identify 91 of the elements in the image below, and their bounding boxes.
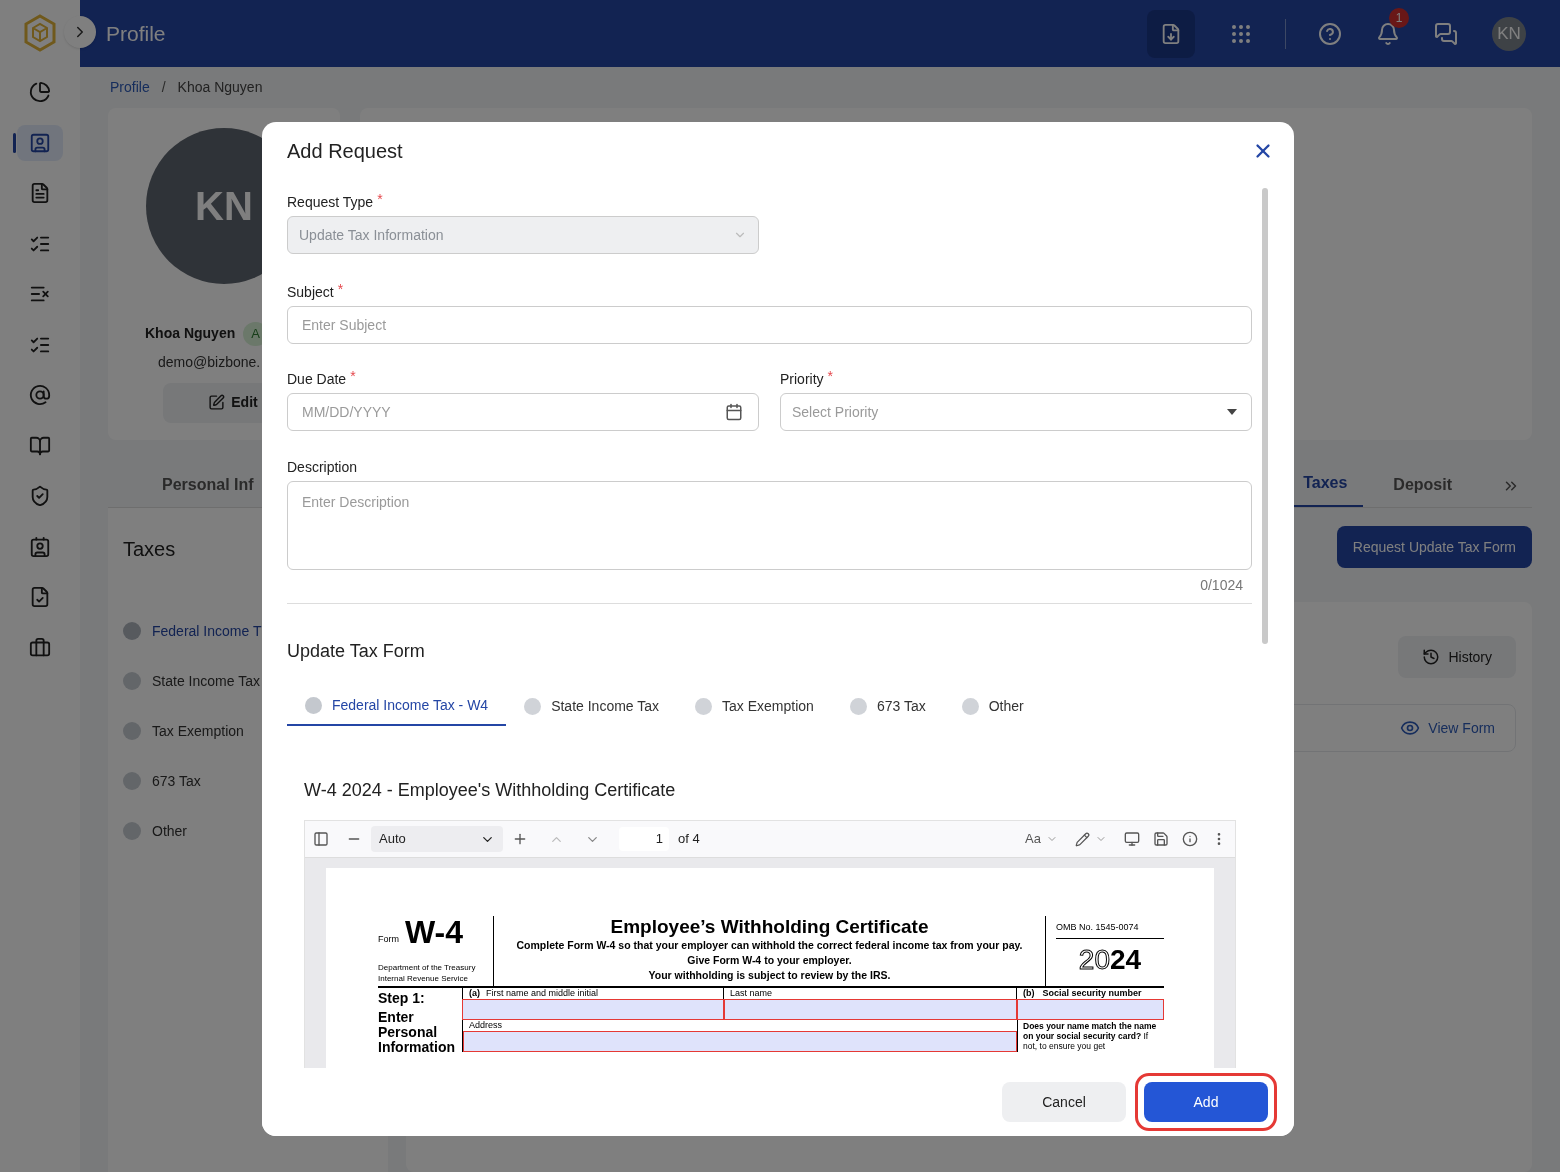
form-field-label: Address [468, 1020, 504, 1031]
field-marker: (a) [469, 988, 480, 999]
user-avatar[interactable]: KN [1492, 16, 1526, 51]
breadcrumb-separator: / [161, 78, 166, 97]
form-note: Does your name match the name on your social security card? If not, to ensure you get [1017, 1020, 1164, 1052]
draw-tool-icon[interactable] [1075, 831, 1090, 847]
profile-name: Khoa Nguyen [145, 324, 236, 344]
download-form-button[interactable] [1147, 9, 1195, 58]
page-count: of 4 [678, 830, 700, 849]
text-tool-button[interactable]: Aa [1025, 829, 1041, 849]
form-type-tab[interactable]: State Income Tax [506, 686, 678, 726]
save-icon[interactable] [1153, 831, 1169, 847]
description-field[interactable]: Enter Description [287, 481, 1252, 570]
history-button[interactable]: History [1398, 636, 1516, 678]
help-icon[interactable] [1318, 21, 1342, 46]
required-mark: * [827, 369, 833, 383]
notification-count: 1 [1389, 7, 1409, 28]
form-label: Form [378, 932, 399, 946]
field-label: Priority [780, 370, 824, 389]
form-year: 2024 [1077, 942, 1143, 977]
field-label: Subject [287, 283, 334, 302]
form-instruction: Your withholding is subject to review by the IRS. [648, 968, 891, 983]
zoom-in-icon[interactable] [512, 831, 528, 847]
form-field-label: Social security number [1042, 988, 1142, 999]
breadcrumb-link[interactable]: Profile [110, 77, 150, 98]
address-input[interactable] [463, 1031, 1017, 1052]
form-title: Employee’s Withholding Certificate [610, 916, 929, 938]
panel-title: Taxes [123, 537, 176, 562]
cancel-button[interactable]: Cancel [1002, 1082, 1126, 1122]
breadcrumb-current: Khoa Nguyen [177, 78, 263, 97]
page-title: Profile [106, 20, 167, 47]
request-update-button[interactable]: Request Update Tax Form [1336, 526, 1532, 568]
document-title: W-4 2024 - Employee's Withholding Certificate [304, 779, 677, 802]
field-marker: (b) [1023, 988, 1035, 999]
subject-field[interactable]: Enter Subject [287, 306, 1252, 344]
tab[interactable]: Deposit [1377, 473, 1468, 507]
presentation-icon[interactable] [1124, 831, 1140, 847]
edit-icon [208, 394, 226, 411]
form-type-tab[interactable]: Other [943, 686, 1042, 726]
form-type-tab[interactable]: Federal Income Tax - W4 [287, 686, 507, 726]
notifications-bell-icon[interactable] [1376, 21, 1400, 46]
required-mark: * [350, 369, 356, 383]
tax-type-option[interactable]: State Income Tax [123, 656, 260, 706]
form-type-tab[interactable]: Tax Exemption [677, 686, 832, 726]
field-label: Description [287, 458, 358, 477]
character-counter: 0/1024 [1200, 576, 1243, 595]
required-mark: * [377, 192, 383, 206]
ssn-input[interactable] [1017, 999, 1164, 1020]
file-check-icon [29, 586, 51, 609]
user-badge-icon [29, 535, 51, 558]
view-form-link[interactable]: View Form [1400, 717, 1495, 739]
at-sign-icon [29, 384, 51, 407]
history-icon [1422, 648, 1441, 666]
form-instruction: Give Form W-4 to your employer. [687, 953, 852, 968]
step-title: Enter Personal Information [378, 1010, 456, 1055]
calendar-icon[interactable] [725, 403, 743, 421]
form-type-tab[interactable]: 673 Tax [831, 686, 944, 726]
priority-select[interactable]: Select Priority [780, 393, 1252, 431]
pie-chart-icon [29, 81, 51, 104]
first-name-input[interactable] [462, 999, 724, 1020]
form-field-label: First name and middle initial [486, 988, 599, 999]
last-name-input[interactable] [724, 999, 1017, 1020]
contact-card-icon [29, 131, 51, 154]
file-download-icon [1160, 22, 1182, 45]
required-mark: * [337, 282, 344, 296]
eye-icon [1400, 718, 1421, 738]
due-date-field[interactable]: MM/DD/YYYY [287, 393, 759, 431]
agency-text: Internal Revenue Service [378, 973, 469, 984]
info-icon[interactable] [1182, 831, 1198, 847]
form-instruction: Complete Form W-4 so that your employer can withhold the correct federal income tax from your pay. [516, 938, 1023, 953]
agency-text: Department of the Treasury [378, 962, 477, 973]
chat-icon[interactable] [1434, 21, 1458, 46]
briefcase-icon [29, 636, 51, 659]
dropdown-caret-icon [1227, 409, 1237, 415]
tax-type-option[interactable]: Tax Exemption [123, 706, 244, 756]
cube-logo-icon [23, 14, 57, 52]
profile-email: demo@bizbone. [158, 352, 261, 372]
sidebar-toggle-icon[interactable] [313, 831, 329, 847]
tax-type-option[interactable]: Federal Income T [123, 606, 262, 656]
tax-type-option[interactable]: Other [123, 806, 187, 856]
page-number-field[interactable]: 1 [619, 827, 669, 851]
section-title: Update Tax Form [287, 640, 426, 663]
tax-type-option[interactable]: 673 Tax [123, 756, 201, 806]
add-button[interactable]: Add [1144, 1082, 1268, 1122]
document-icon [29, 182, 51, 205]
shield-check-icon [29, 485, 51, 508]
form-number: W-4 [405, 916, 463, 948]
zoom-select[interactable]: Auto [371, 826, 503, 852]
book-icon [29, 434, 51, 457]
step-label: Step 1: [378, 990, 426, 1007]
omb-number: OMB No. 1545-0074 [1056, 916, 1164, 939]
